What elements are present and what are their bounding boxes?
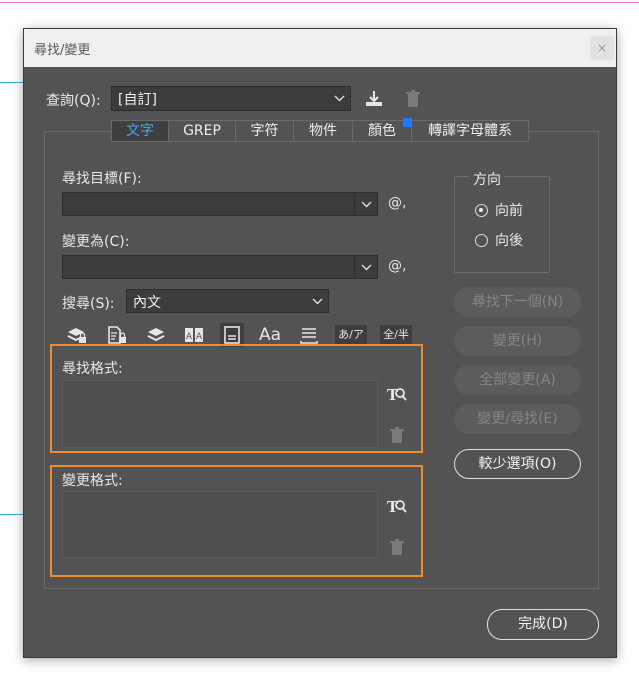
svg-text:A: A [196, 332, 203, 342]
direction-backward-radio[interactable]: 向後 [475, 230, 523, 250]
dialog-title: 尋找/變更 [34, 43, 91, 58]
change-format-label: 變更格式: [62, 473, 123, 489]
direction-group [454, 176, 550, 273]
delete-query-icon[interactable] [401, 87, 425, 111]
fewer-options-button[interactable]: 較少選項(O) [454, 449, 581, 479]
direction-title: 方向 [470, 169, 504, 189]
full-half-width-sensitive-icon[interactable]: 全/半 [380, 325, 412, 345]
find-format-label: 尋找格式: [62, 361, 123, 377]
clear-find-format-icon[interactable] [385, 423, 409, 447]
query-select[interactable]: [自訂] [111, 86, 351, 111]
chevron-down-icon[interactable] [354, 193, 377, 215]
find-format-area[interactable] [62, 380, 378, 448]
query-label: 查詢(Q): [46, 93, 101, 109]
direction-forward-radio[interactable]: 向前 [475, 200, 523, 220]
search-scope-select[interactable]: 內文 [126, 289, 329, 313]
tab-indicator-dot [403, 118, 412, 127]
save-query-icon[interactable] [362, 87, 386, 111]
find-change-dialog: 尋找/變更 × 查詢(Q): [自訂] 文字 GREP 字符 物件 顏色 轉譯字… [23, 28, 617, 658]
tab-text[interactable]: 文字 [111, 120, 169, 142]
specify-find-format-icon[interactable]: T [385, 383, 409, 407]
find-input[interactable] [62, 192, 378, 216]
radio-selected-icon [475, 203, 488, 217]
change-button[interactable]: 變更(H) [454, 326, 581, 356]
radio-unselected-icon [475, 233, 488, 247]
kana-sensitive-icon[interactable]: あ/ア [335, 325, 367, 345]
specify-change-format-icon[interactable]: T [385, 495, 409, 519]
clear-change-format-icon[interactable] [385, 535, 409, 559]
tab-grep[interactable]: GREP [169, 120, 236, 142]
tab-bar: 文字 GREP 字符 物件 顏色 轉譯字母體系 [111, 118, 529, 143]
search-label: 搜尋(S): [62, 296, 115, 312]
search-scope-value: 內文 [133, 295, 161, 311]
find-next-button[interactable]: 尋找下一個(N) [454, 287, 581, 317]
tab-glyph[interactable]: 字符 [236, 120, 294, 142]
direction-backward-label: 向後 [495, 233, 523, 249]
change-all-button[interactable]: 全部變更(A) [454, 365, 581, 395]
direction-forward-label: 向前 [495, 203, 523, 219]
chevron-down-icon[interactable] [354, 256, 377, 278]
svg-text:A: A [186, 332, 193, 342]
special-characters-change-icon[interactable]: @, [388, 258, 406, 274]
change-input[interactable] [62, 255, 378, 279]
change-format-area[interactable] [62, 491, 378, 558]
chevron-down-icon [306, 290, 328, 312]
special-characters-find-icon[interactable]: @, [388, 195, 406, 211]
done-button[interactable]: 完成(D) [487, 609, 599, 640]
query-value: [自訂] [118, 92, 157, 108]
chevron-down-icon [328, 87, 350, 110]
dialog-titlebar: 尋找/變更 × [24, 29, 616, 67]
change-label: 變更為(C): [62, 234, 130, 250]
change-find-button[interactable]: 變更/尋找(E) [454, 404, 581, 434]
pink-guide-line [0, 2, 639, 3]
cyan-guide-line-lower [0, 514, 24, 515]
close-button[interactable]: × [590, 36, 614, 60]
tab-object[interactable]: 物件 [294, 120, 353, 142]
tab-transliterate[interactable]: 轉譯字母體系 [412, 120, 529, 142]
tab-color[interactable]: 顏色 [353, 118, 412, 142]
find-label: 尋找目標(F): [62, 171, 142, 187]
tab-color-label: 顏色 [368, 123, 396, 139]
cyan-guide-line [0, 82, 24, 83]
